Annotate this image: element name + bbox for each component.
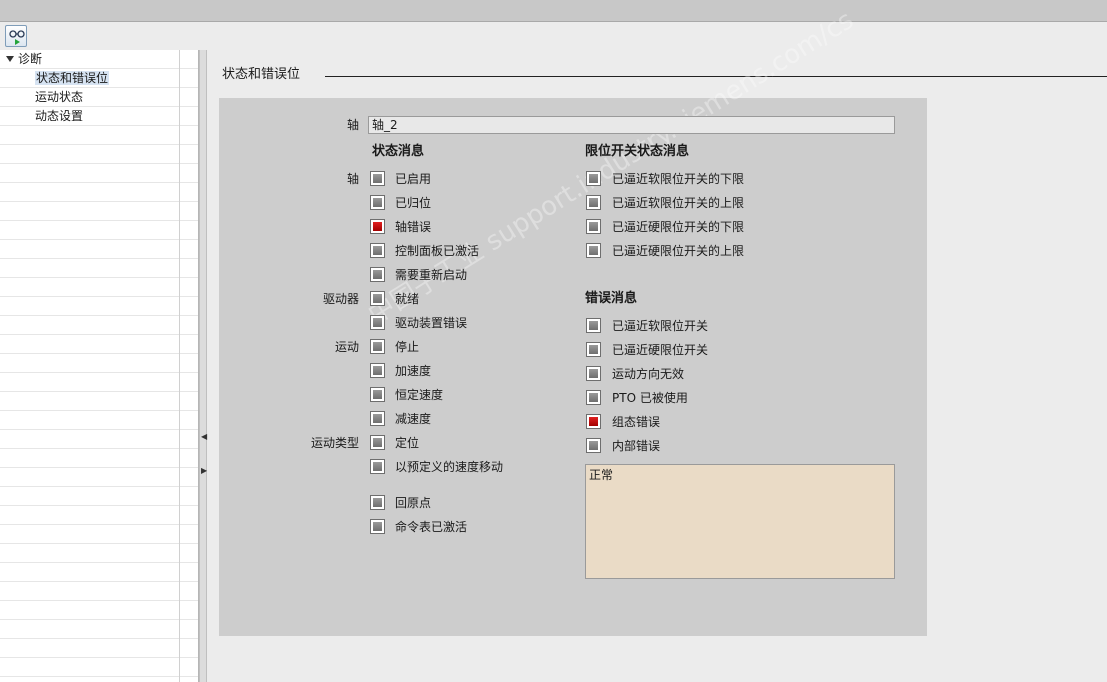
status-indicator-axis-error [370, 219, 385, 234]
section-divider [325, 76, 1107, 77]
online-diagnostics-button[interactable] [5, 25, 27, 47]
status-label: 就绪 [395, 292, 420, 306]
status-indicator-velocity-move [370, 459, 385, 474]
error-label: PTO 已被使用 [612, 391, 688, 405]
section-title: 状态和错误位 [222, 67, 301, 82]
status-label: 命令表已激活 [395, 520, 468, 534]
axis-label: 轴 [346, 118, 359, 132]
status-label: 定位 [395, 436, 420, 450]
error-label: 运动方向无效 [612, 367, 685, 381]
status-label: 控制面板已激活 [395, 244, 480, 258]
error-messages-header: 错误消息 [585, 291, 638, 306]
title-bar [0, 0, 1107, 22]
status-label: 回原点 [395, 496, 432, 510]
status-label: 恒定速度 [395, 388, 444, 402]
status-label: 减速度 [395, 412, 432, 426]
limit-label: 已逼近软限位开关的下限 [612, 172, 745, 186]
group-label-motion: 运动 [334, 340, 359, 354]
collapse-left-arrow-icon[interactable]: ◀ [201, 430, 207, 444]
message-text-area: 正常 [585, 464, 895, 579]
status-indicator-constant-velocity [370, 387, 385, 402]
limit-label: 已逼近硬限位开关的下限 [612, 220, 745, 234]
glasses-icon [9, 30, 25, 45]
status-indicator-acceleration [370, 363, 385, 378]
status-indicator-enabled [370, 171, 385, 186]
status-indicator-deceleration [370, 411, 385, 426]
error-label: 内部错误 [612, 439, 661, 453]
status-label: 已归位 [395, 196, 432, 210]
status-indicator-homing [370, 495, 385, 510]
toolbar [0, 22, 1107, 50]
limit-label: 已逼近软限位开关的上限 [612, 196, 745, 210]
status-label: 加速度 [395, 364, 432, 378]
nav-item-diagnostics[interactable]: 诊断 [0, 50, 179, 68]
expand-right-arrow-icon[interactable]: ▶ [201, 464, 207, 478]
status-indicator-stopped [370, 339, 385, 354]
status-indicator-command-table-active [370, 519, 385, 534]
nav-item-dynamics-settings[interactable]: 动态设置 [35, 107, 83, 125]
error-label: 组态错误 [612, 415, 661, 429]
limit-switch-header: 限位开关状态消息 [585, 144, 690, 159]
status-indicator-positioning [370, 435, 385, 450]
status-label: 停止 [395, 340, 420, 354]
status-messages-header: 状态消息 [372, 144, 425, 159]
nav-item-status-error-bits[interactable]: 状态和错误位 [35, 69, 110, 87]
nav-item-motion-status[interactable]: 运动状态 [35, 88, 83, 106]
status-indicator-control-panel-active [370, 243, 385, 258]
status-label: 需要重新启动 [395, 268, 468, 282]
error-indicator-sw-limit [586, 318, 601, 333]
error-indicator-config-error [586, 414, 601, 429]
limit-indicator-hw-upper [586, 243, 601, 258]
group-label-axis: 轴 [346, 172, 359, 186]
limit-indicator-hw-lower [586, 219, 601, 234]
status-indicator-restart-required [370, 267, 385, 282]
limit-label: 已逼近硬限位开关的上限 [612, 244, 745, 258]
error-indicator-internal-error [586, 438, 601, 453]
group-label-drive: 驱动器 [322, 292, 359, 306]
error-indicator-invalid-direction [586, 366, 601, 381]
expand-triangle-icon[interactable] [6, 56, 14, 62]
panel-splitter[interactable]: ◀ ▶ [199, 50, 207, 682]
axis-field: 轴_2 [368, 116, 895, 134]
status-label: 轴错误 [395, 220, 432, 234]
limit-indicator-sw-upper [586, 195, 601, 210]
error-indicator-pto-used [586, 390, 601, 405]
group-label-motion-type: 运动类型 [310, 436, 359, 450]
navigation-tree: 诊断 状态和错误位 运动状态 动态设置 [0, 50, 199, 682]
status-indicator-ready [370, 291, 385, 306]
error-label: 已逼近硬限位开关 [612, 343, 709, 357]
status-label: 以预定义的速度移动 [395, 460, 504, 474]
error-indicator-hw-limit [586, 342, 601, 357]
error-label: 已逼近软限位开关 [612, 319, 709, 333]
status-indicator-drive-error [370, 315, 385, 330]
status-label: 已启用 [395, 172, 432, 186]
limit-indicator-sw-lower [586, 171, 601, 186]
status-indicator-homed [370, 195, 385, 210]
status-label: 驱动装置错误 [395, 316, 468, 330]
